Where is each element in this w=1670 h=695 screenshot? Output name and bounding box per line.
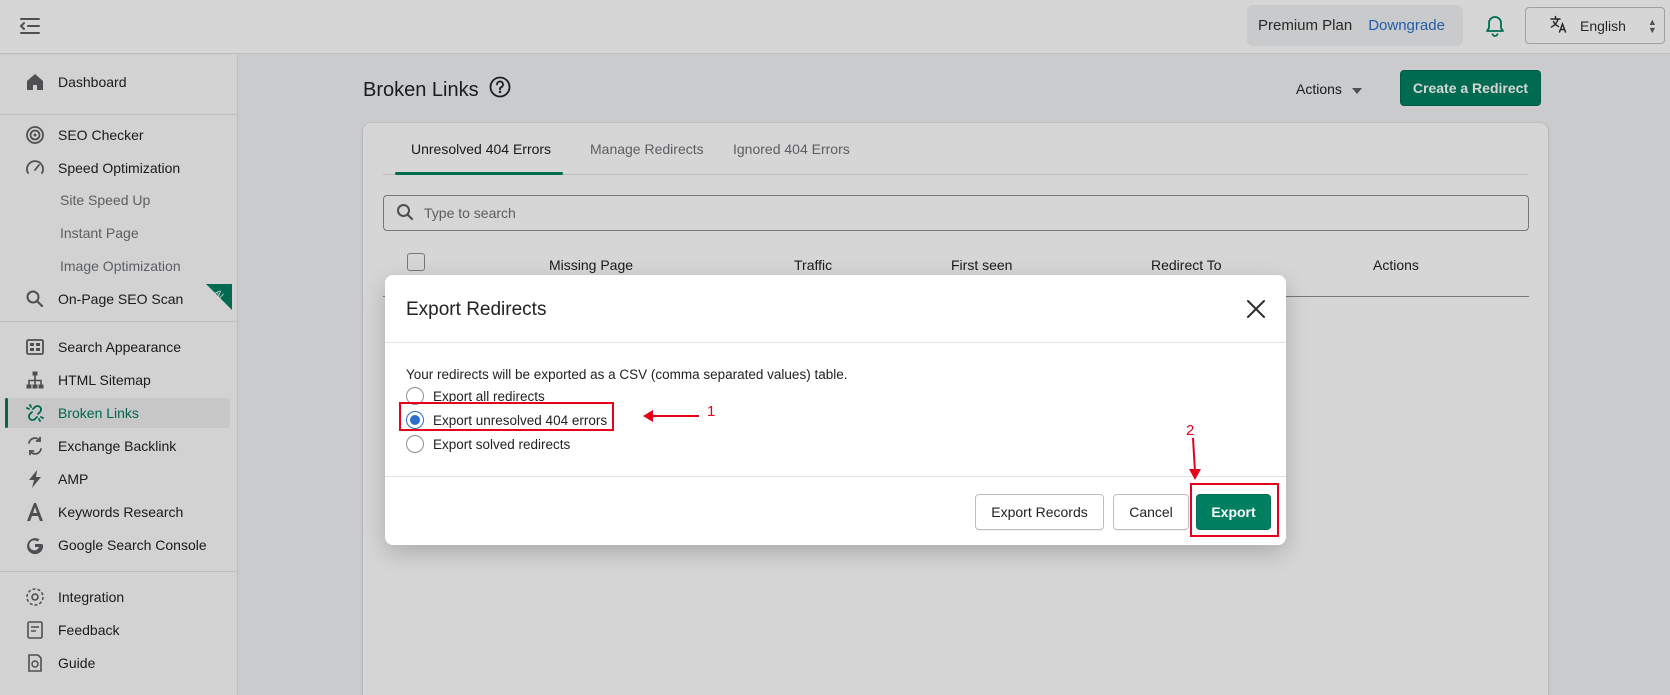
modal-footer-divider	[385, 476, 1286, 477]
close-icon[interactable]	[1244, 297, 1268, 321]
radio-button[interactable]	[406, 435, 424, 453]
export-redirects-modal: Export Redirects Your redirects will be …	[385, 275, 1286, 545]
annotation-step1-label: 1	[707, 403, 716, 420]
annotation-step2-label: 2	[1186, 422, 1195, 439]
export-records-button[interactable]: Export Records	[975, 494, 1104, 530]
annotation-highlight-step2	[1190, 483, 1279, 537]
annotation-arrow-left-icon	[643, 410, 699, 422]
radio-export-solved-redirects[interactable]: Export solved redirects	[406, 433, 570, 455]
modal-title: Export Redirects	[406, 299, 547, 320]
annotation-arrow-down-icon	[1189, 438, 1201, 480]
modal-header: Export Redirects	[385, 275, 1286, 343]
cancel-button[interactable]: Cancel	[1113, 494, 1189, 530]
modal-description: Your redirects will be exported as a CSV…	[406, 367, 848, 382]
annotation-highlight-step1	[399, 402, 614, 431]
